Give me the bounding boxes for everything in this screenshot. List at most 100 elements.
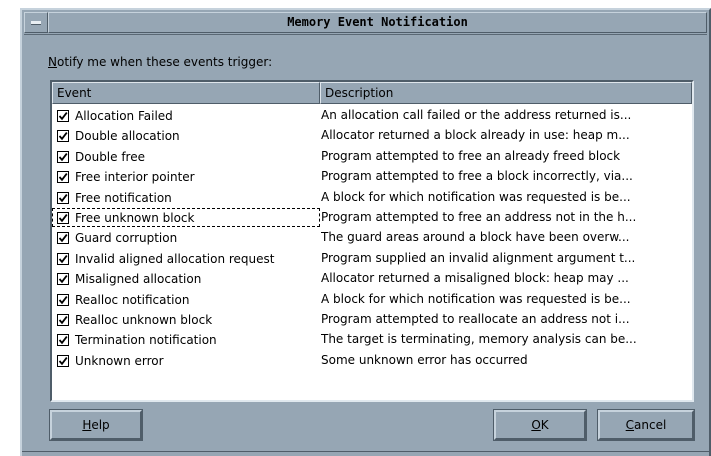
event-checkbox[interactable] [57, 110, 69, 122]
list-rows: Allocation Failed An allocation call fail… [52, 106, 692, 371]
event-name: Free unknown block [75, 210, 195, 225]
event-checkbox[interactable] [57, 252, 69, 265]
help-mnemonic: H [82, 418, 92, 432]
checkmark-icon [58, 173, 68, 182]
event-cell[interactable]: Free unknown block [52, 207, 320, 227]
help-button[interactable]: Help [49, 409, 143, 441]
window-bottom-edge [22, 451, 709, 456]
event-name: Misaligned allocation [75, 272, 202, 287]
event-cell[interactable]: Misaligned allocation [52, 269, 320, 288]
checkmark-icon [58, 193, 68, 202]
event-cell[interactable]: Double free [52, 147, 320, 166]
ok-button[interactable]: OK [493, 409, 587, 441]
table-row[interactable]: Free unknown block Program attempted to f… [52, 207, 692, 228]
events-list[interactable]: Event Description Allocation Failed An al… [50, 80, 694, 402]
table-row[interactable]: Invalid aligned allocation request Progra… [52, 249, 692, 269]
event-description: Program attempted to free a block incorr… [321, 169, 633, 184]
event-cell[interactable]: Free interior pointer [52, 167, 320, 186]
event-cell[interactable]: Realloc notification [52, 290, 320, 309]
event-checkbox[interactable] [57, 354, 69, 367]
event-description: Program supplied an invalid alignment ar… [321, 250, 636, 265]
checkmark-icon [58, 152, 68, 161]
table-row[interactable]: Allocation Failed An allocation call fail… [52, 106, 692, 126]
event-description: Allocator returned a misaligned block: h… [321, 271, 629, 286]
window-menu-button[interactable] [24, 12, 48, 33]
window-title: Memory Event Notification [48, 12, 707, 33]
checkmark-icon [58, 254, 68, 263]
event-checkbox[interactable] [57, 293, 69, 306]
event-checkbox[interactable] [57, 130, 69, 143]
prompt-text: otify me when these events trigger: [56, 55, 273, 69]
checkmark-icon [58, 112, 68, 121]
event-checkbox[interactable] [57, 211, 69, 224]
cancel-button[interactable]: Cancel [597, 409, 695, 441]
event-checkbox[interactable] [57, 150, 69, 163]
event-name: Free interior pointer [75, 170, 195, 185]
checkmark-icon [58, 315, 68, 325]
title-bar: Memory Event Notification [24, 12, 707, 35]
event-description: Allocator returned a block already in us… [321, 128, 630, 143]
event-description: A block for which notification was reque… [321, 189, 631, 204]
cancel-label: ancel [634, 418, 667, 432]
event-description: A block for which notification was reque… [321, 291, 631, 306]
event-name: Realloc notification [75, 292, 190, 307]
event-checkbox[interactable] [57, 191, 69, 204]
event-name: Guard corruption [75, 231, 178, 246]
table-row[interactable]: Free notification A block for which notif… [52, 188, 692, 208]
event-name: Termination notification [75, 333, 217, 348]
checkmark-icon [58, 214, 68, 223]
event-description: Some unknown error has occurred [321, 352, 528, 367]
event-cell[interactable]: Invalid aligned allocation request [52, 249, 320, 268]
checkmark-icon [58, 234, 68, 243]
table-row[interactable]: Misaligned allocation Allocator returned … [52, 269, 692, 289]
event-name: Free notification [75, 190, 172, 205]
help-label: elp [91, 418, 110, 432]
event-cell[interactable]: Unknown error [52, 351, 320, 370]
event-cell[interactable]: Termination notification [52, 330, 320, 349]
event-name: Invalid aligned allocation request [75, 251, 275, 266]
checkmark-icon [58, 132, 68, 141]
window-menu-icon [31, 21, 41, 25]
event-checkbox[interactable] [57, 334, 69, 347]
notify-prompt-label: Notify me when these events trigger: [48, 55, 272, 69]
event-cell[interactable]: Allocation Failed [52, 106, 320, 125]
ok-label: K [540, 418, 549, 432]
event-cell[interactable]: Realloc unknown block [52, 310, 320, 329]
event-checkbox[interactable] [57, 171, 69, 184]
checkmark-icon [58, 336, 68, 345]
event-name: Realloc unknown block [75, 312, 213, 327]
table-row[interactable]: Realloc unknown block Program attempted t… [52, 310, 692, 330]
event-description: The guard areas around a block have been… [321, 230, 630, 245]
list-header: Event Description [52, 82, 692, 104]
prompt-mnemonic: N [48, 55, 57, 69]
event-cell[interactable]: Double allocation [52, 126, 320, 145]
event-description: Program attempted to free an already fre… [321, 148, 621, 163]
table-row[interactable]: Double allocation Allocator returned a bl… [52, 126, 692, 146]
checkmark-icon [58, 356, 68, 365]
table-row[interactable]: Double free Program attempted to free an … [52, 147, 692, 167]
table-row[interactable]: Termination notification The target is te… [52, 330, 692, 350]
event-description: The target is terminating, memory analys… [321, 332, 637, 347]
column-header-description[interactable]: Description [320, 82, 692, 104]
event-name: Double allocation [75, 129, 180, 144]
table-row[interactable]: Free interior pointer Program attempted t… [52, 167, 692, 187]
event-description: Program attempted to free an address not… [321, 209, 637, 224]
event-cell[interactable]: Free notification [52, 188, 320, 207]
table-row[interactable]: Unknown error Some unknown error has occu… [52, 351, 692, 371]
table-row[interactable]: Guard corruption The guard areas around a… [52, 228, 692, 248]
checkmark-icon [58, 275, 68, 284]
event-checkbox[interactable] [57, 273, 69, 286]
cancel-mnemonic: C [625, 418, 635, 432]
memory-event-dialog: Memory Event Notification Notify me when… [20, 8, 711, 456]
event-description: An allocation call failed or the address… [321, 108, 632, 122]
table-row[interactable]: Realloc notification A block for which no… [52, 290, 692, 310]
event-checkbox[interactable] [57, 232, 69, 245]
checkmark-icon [58, 295, 68, 304]
event-checkbox[interactable] [57, 313, 69, 326]
event-description: Program attempted to reallocate an addre… [321, 311, 630, 326]
column-header-event[interactable]: Event [52, 82, 320, 104]
event-name: Allocation Failed [75, 109, 173, 123]
event-name: Unknown error [75, 353, 164, 368]
event-cell[interactable]: Guard corruption [52, 228, 320, 247]
event-name: Double free [75, 149, 145, 164]
